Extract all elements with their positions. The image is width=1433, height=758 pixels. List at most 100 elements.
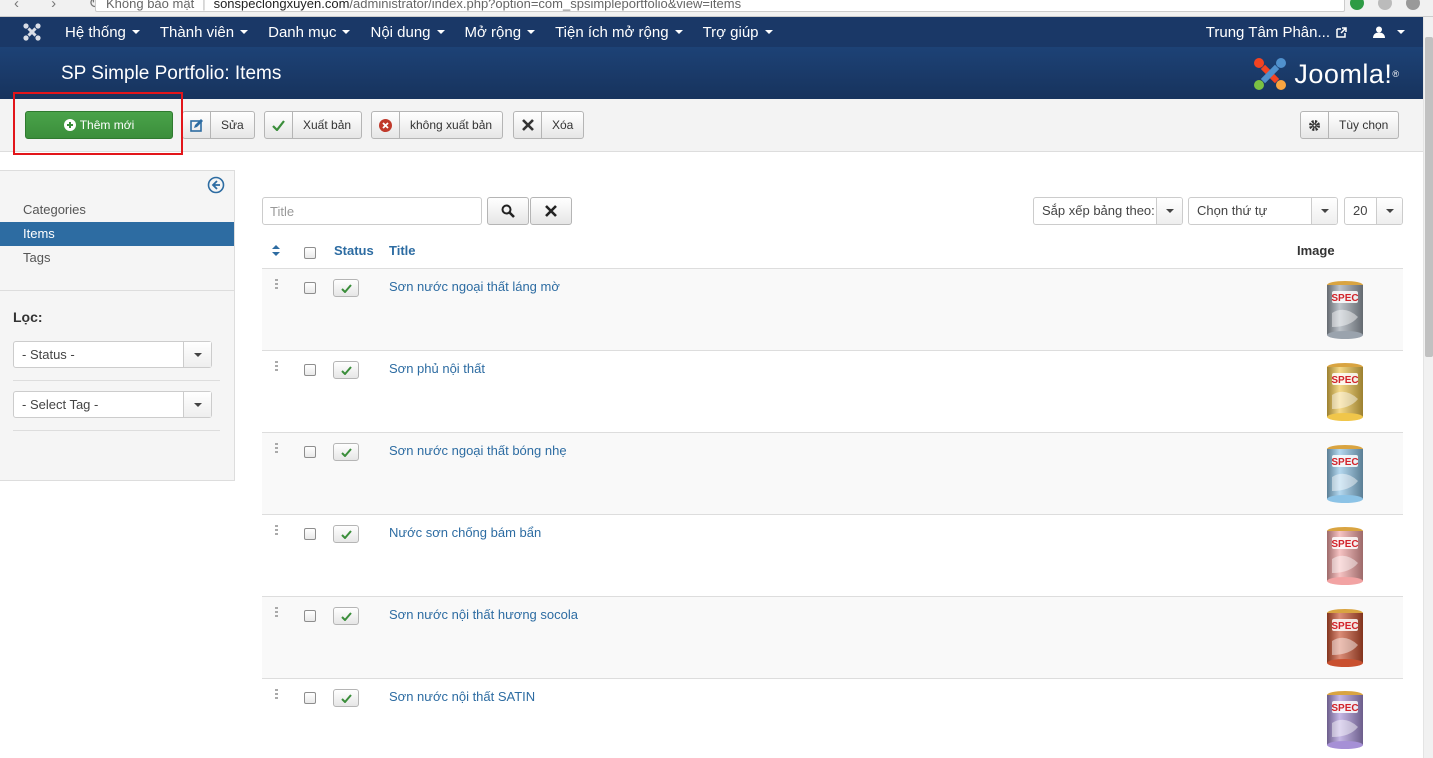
published-toggle-button[interactable] (333, 279, 359, 297)
item-title-link[interactable]: Sơn nước ngoại thất láng mờ (389, 279, 560, 294)
title-column-header[interactable]: Title (389, 243, 416, 258)
top-menu-item[interactable]: Hệ thống (55, 17, 150, 47)
unpublish-icon (379, 118, 392, 132)
sidebar-item-items[interactable]: Items (0, 222, 234, 246)
clear-search-button[interactable] (530, 197, 572, 225)
published-toggle-button[interactable] (333, 689, 359, 707)
published-toggle-button[interactable] (333, 361, 359, 379)
extension-icon[interactable] (1378, 0, 1392, 10)
edit-button[interactable]: Sửa (182, 111, 255, 139)
delete-button[interactable]: Xóa (513, 111, 585, 139)
row-checkbox[interactable] (304, 610, 316, 622)
page-scrollbar[interactable] (1423, 17, 1433, 758)
limit-select[interactable]: 20 (1344, 197, 1403, 225)
row-checkbox[interactable] (304, 692, 316, 704)
close-icon (521, 119, 534, 131)
security-label: Không bảo mật (106, 0, 195, 11)
options-button-label: Tùy chọn (1339, 118, 1389, 132)
item-title-link[interactable]: Sơn nước nội thất hương socola (389, 607, 578, 622)
published-toggle-button[interactable] (333, 525, 359, 543)
sidebar-nav: Categories Items Tags (0, 198, 234, 270)
publish-button-label: Xuất bản (303, 118, 352, 132)
item-title-link[interactable]: Sơn phủ nội thất (389, 361, 485, 376)
joomla-brand: Joomla! ® (1252, 56, 1399, 92)
sort-ordering-icon[interactable] (272, 245, 280, 256)
joomla-logo-icon[interactable] (22, 22, 42, 42)
page-header: SP Simple Portfolio: Items Joomla! ® (0, 47, 1423, 99)
chevron-down-icon (193, 352, 202, 357)
top-menu-item[interactable]: Thành viên (150, 17, 258, 47)
item-title-link[interactable]: Sơn nước ngoại thất bóng nhẹ (389, 443, 567, 458)
joomla-brand-text: Joomla! (1294, 58, 1393, 89)
row-checkbox[interactable] (304, 282, 316, 294)
drag-handle-icon[interactable] (275, 689, 279, 701)
chevron-down-icon (240, 30, 249, 34)
paint-can-thumbnail: SPEC (1327, 527, 1363, 585)
check-icon (340, 365, 352, 375)
browser-chrome: ‹ › ↻ Không bảo mật | sonspeclongxuyen.com… (0, 0, 1433, 17)
search-input[interactable] (262, 197, 482, 225)
plus-circle-icon (63, 119, 76, 131)
chevron-down-icon (131, 30, 140, 34)
drag-handle-icon[interactable] (275, 279, 279, 291)
status-filter-value: - Status - (22, 347, 75, 362)
chevron-down-icon (764, 30, 773, 34)
item-title-link[interactable]: Nước sơn chống bám bẩn (389, 525, 541, 540)
site-link[interactable]: Trung Tâm Phân... (1206, 24, 1347, 41)
status-filter-select[interactable]: - Status - (13, 341, 212, 368)
top-menu-item[interactable]: Trợ giúp (693, 17, 783, 47)
item-title-link[interactable]: Sơn nước nội thất SATIN (389, 689, 535, 704)
row-checkbox[interactable] (304, 364, 316, 376)
tag-filter-value: - Select Tag - (22, 397, 99, 412)
tag-filter-select[interactable]: - Select Tag - (13, 391, 212, 418)
sidebar-item-tags[interactable]: Tags (0, 246, 234, 270)
unpublish-button[interactable]: không xuất bản (371, 111, 504, 139)
published-toggle-button[interactable] (333, 607, 359, 625)
top-menu-item[interactable]: Mở rộng (455, 17, 546, 47)
row-checkbox[interactable] (304, 446, 316, 458)
image-column-header: Image (1297, 243, 1335, 258)
row-checkbox[interactable] (304, 528, 316, 540)
check-icon (272, 119, 285, 131)
published-toggle-button[interactable] (333, 443, 359, 461)
options-button[interactable]: Tùy chọn (1300, 111, 1400, 139)
publish-button[interactable]: Xuất bản (264, 111, 363, 139)
address-bar[interactable]: Không bảo mật | sonspeclongxuyen.com/admin… (95, 0, 1345, 12)
table-row: Nước sơn chống bám bẩn SPEC (262, 515, 1403, 597)
drag-handle-icon[interactable] (275, 607, 279, 619)
check-icon (340, 283, 352, 293)
new-button[interactable]: Thêm mới (25, 111, 173, 139)
top-menu-item[interactable]: Tiện ích mở rộng (545, 17, 693, 47)
search-button[interactable] (487, 197, 529, 225)
top-menu-item[interactable]: Danh mục (258, 17, 360, 47)
drag-handle-icon[interactable] (275, 525, 279, 537)
chevron-down-icon (674, 30, 683, 34)
sort-by-select[interactable]: Sắp xếp bảng theo: (1033, 197, 1183, 225)
drag-handle-icon[interactable] (275, 361, 279, 373)
drag-handle-icon[interactable] (275, 443, 279, 455)
top-menu-item[interactable]: Nội dung (360, 17, 454, 47)
chevron-down-icon (1397, 30, 1405, 34)
top-menu: Hệ thống Thành viên Danh mục Nội dung Mở rộn… (55, 17, 783, 47)
chevron-down-icon (1320, 209, 1329, 213)
user-menu[interactable] (1373, 26, 1405, 38)
user-icon (1373, 26, 1385, 38)
address-path: /administrator/index.php?option=com_spsi… (349, 0, 742, 11)
chevron-down-icon (436, 30, 445, 34)
sidebar-item-categories[interactable]: Categories (0, 198, 234, 222)
order-select[interactable]: Chọn thứ tự (1188, 197, 1338, 225)
top-menu-item-label: Nội dung (370, 23, 431, 41)
chevron-down-icon (342, 30, 351, 34)
svg-text:SPEC: SPEC (1331, 703, 1358, 714)
top-menu-item-label: Thành viên (159, 23, 235, 41)
order-value: Chọn thứ tự (1197, 203, 1268, 218)
extension-icon[interactable] (1350, 0, 1364, 10)
browser-menu-icon[interactable] (1406, 0, 1420, 10)
svg-text:SPEC: SPEC (1331, 621, 1358, 632)
svg-text:SPEC: SPEC (1331, 375, 1358, 386)
collapse-sidebar-icon[interactable] (207, 176, 225, 194)
status-column-header[interactable]: Status (334, 243, 374, 258)
select-all-checkbox[interactable] (304, 247, 316, 259)
page-title: SP Simple Portfolio: Items (61, 63, 282, 84)
limit-value: 20 (1353, 203, 1368, 218)
